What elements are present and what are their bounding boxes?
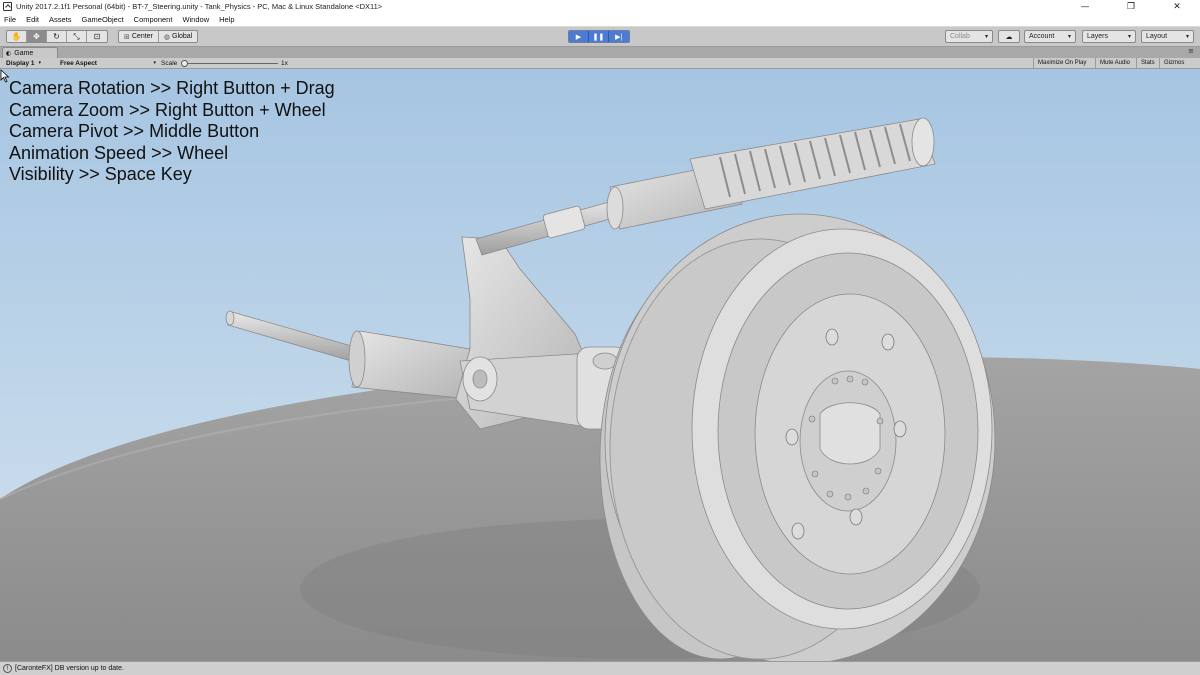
playback-controls: ▶ ❚❚ ▶|	[568, 30, 630, 43]
maximize-on-play-toggle[interactable]: Maximize On Play	[1033, 58, 1090, 68]
status-bar: ! [CaronteFX] DB version up to date.	[0, 661, 1200, 675]
step-button[interactable]: ▶|	[609, 31, 629, 42]
help-visibility: Visibility >> Space Key	[9, 164, 192, 184]
move-tool-button[interactable]: ✥	[27, 31, 47, 42]
chevron-down-icon: ▾	[1185, 33, 1189, 40]
chevron-down-icon: ▾	[38, 60, 42, 66]
title-bar: Unity 2017.2.1f1 Personal (64bit) - BT-7…	[0, 0, 1200, 13]
stats-label: Stats	[1141, 60, 1155, 66]
menu-file[interactable]: File	[4, 15, 16, 24]
rotate-tool-button[interactable]: ↻	[47, 31, 67, 42]
controls-help-overlay: Camera Rotation >> Right Button + Drag C…	[9, 78, 335, 186]
help-animation-speed: Animation Speed >> Wheel	[9, 142, 229, 163]
hand-icon: ✋	[11, 32, 22, 41]
menu-assets[interactable]: Assets	[49, 15, 72, 24]
display-dropdown[interactable]: Display 1 ▾	[6, 58, 56, 68]
pivot-center-button[interactable]: ⊞ Center	[119, 31, 159, 42]
chevron-down-icon: ▾	[984, 33, 988, 40]
mouse-cursor-icon	[0, 69, 10, 83]
pivot-label: Center	[131, 33, 153, 40]
move-icon: ✥	[33, 32, 40, 41]
tab-menu-icon[interactable]: ≡	[1188, 47, 1194, 58]
globe-icon: ◍	[163, 32, 170, 41]
layers-label: Layers	[1087, 33, 1109, 40]
aspect-dropdown[interactable]: Free Aspect ▾	[60, 58, 156, 68]
mute-label: Mute Audio	[1100, 60, 1131, 66]
unity-logo-icon	[3, 2, 12, 11]
scale-tool-button[interactable]: ⤡	[67, 31, 87, 42]
space-global-button[interactable]: ◍ Global	[159, 31, 197, 42]
main-toolbar: ✋ ✥ ↻ ⤡ ⊡ ⊞ Center ◍ Global ▶ ❚❚ ▶| Collab…	[0, 27, 1200, 47]
menu-component[interactable]: Component	[134, 15, 173, 24]
scale-label: Scale	[161, 59, 178, 67]
chevron-down-icon: ▾	[153, 60, 156, 66]
game-view-controls: Display 1 ▾ Free Aspect ▾ Scale 1x Maximiz…	[0, 58, 1200, 69]
tab-game-label: Game	[14, 49, 34, 57]
mute-audio-toggle[interactable]: Mute Audio	[1095, 58, 1134, 68]
game-controller-icon: ◐	[6, 49, 12, 57]
menu-window[interactable]: Window	[182, 15, 209, 24]
window-controls: — ❐ ✕	[1062, 0, 1200, 13]
account-label: Account	[1029, 33, 1055, 40]
window-title: Unity 2017.2.1f1 Personal (64bit) - BT-7…	[16, 2, 383, 11]
space-label: Global	[172, 33, 193, 40]
restore-button[interactable]: ❐	[1108, 0, 1154, 13]
pause-icon: ❚❚	[592, 32, 605, 41]
layers-dropdown[interactable]: Layers ▾	[1082, 30, 1136, 43]
scale-icon: ⤡	[73, 31, 80, 41]
info-icon: !	[3, 664, 12, 673]
chevron-down-icon: ▾	[1067, 33, 1071, 40]
rect-tool-button[interactable]: ⊡	[87, 31, 107, 42]
help-camera-pivot: Camera Pivot >> Middle Button	[9, 121, 260, 141]
scale-slider-track[interactable]	[184, 63, 278, 64]
scale-slider-handle[interactable]	[181, 60, 188, 67]
menu-help[interactable]: Help	[219, 15, 234, 24]
gizmos-label: Gizmos	[1164, 60, 1185, 66]
menu-gameobject[interactable]: GameObject	[82, 15, 124, 24]
display-label: Display 1	[6, 59, 35, 67]
collab-label: Collab	[950, 33, 970, 40]
pause-button[interactable]: ❚❚	[589, 31, 609, 42]
tab-game[interactable]: ◐ Game	[2, 47, 58, 58]
help-camera-zoom: Camera Zoom >> Right Button + Wheel	[9, 99, 326, 120]
minimize-button[interactable]: —	[1062, 0, 1108, 13]
hand-tool-button[interactable]: ✋	[7, 31, 27, 42]
account-dropdown[interactable]: Account ▾	[1024, 30, 1076, 43]
transform-tools: ✋ ✥ ↻ ⤡ ⊡	[6, 30, 108, 43]
pivot-icon: ⊞	[124, 32, 130, 41]
pivot-toggles: ⊞ Center ◍ Global	[118, 30, 199, 43]
scale-value: 1x	[281, 59, 288, 67]
rect-icon: ⊡	[93, 32, 101, 41]
step-icon: ▶|	[615, 32, 623, 41]
play-button[interactable]: ▶	[569, 31, 589, 42]
play-icon: ▶	[575, 32, 582, 41]
rotate-icon: ↻	[53, 32, 60, 41]
menu-edit[interactable]: Edit	[26, 15, 39, 24]
menu-bar: File Edit Assets GameObject Component Wi…	[0, 13, 1200, 27]
collab-button[interactable]: Collab ▾	[945, 30, 993, 43]
maximize-label: Maximize On Play	[1038, 60, 1087, 66]
layout-dropdown[interactable]: Layout ▾	[1141, 30, 1194, 43]
stats-toggle[interactable]: Stats	[1136, 58, 1159, 68]
close-button[interactable]: ✕	[1154, 0, 1200, 13]
aspect-label: Free Aspect	[60, 59, 97, 67]
tab-strip: ◐ Game ≡	[0, 47, 1200, 58]
status-message[interactable]: [CaronteFX] DB version up to date.	[15, 665, 124, 672]
help-camera-rotation: Camera Rotation >> Right Button + Drag	[9, 78, 335, 98]
layout-label: Layout	[1146, 33, 1168, 40]
gizmos-dropdown[interactable]: Gizmos	[1159, 58, 1188, 68]
cloud-icon: ☁	[1005, 32, 1013, 41]
chevron-down-icon: ▾	[1127, 33, 1131, 40]
cloud-button[interactable]: ☁	[998, 30, 1020, 43]
game-viewport[interactable]: Camera Rotation >> Right Button + Drag C…	[0, 69, 1200, 661]
